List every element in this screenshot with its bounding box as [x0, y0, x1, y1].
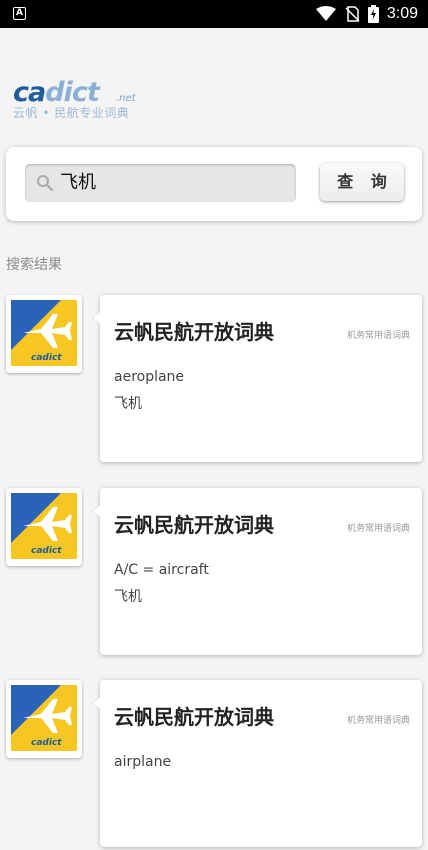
svg-text:cadict: cadict	[31, 353, 62, 363]
result-bubble: 云帆民航开放词典 机务常用语词典 A/C = aircraft 飞机	[93, 488, 422, 655]
bubble-tail	[93, 696, 101, 710]
result-meaning: 飞机	[114, 589, 142, 605]
search-input[interactable]	[60, 164, 280, 202]
bubble-tail	[93, 311, 101, 325]
result-card[interactable]: cadict 云帆民航开放词典 机务常用语词典 aeroplane 飞机	[0, 295, 428, 465]
result-title: 云帆民航开放词典	[114, 320, 274, 344]
result-term: airplane	[114, 754, 172, 770]
result-bubble: 云帆民航开放词典 机务常用语词典 aeroplane 飞机	[93, 295, 422, 462]
result-tag: 机务常用语词典	[346, 524, 410, 534]
search-button[interactable]: 查 询	[320, 163, 404, 201]
airplane-logo-icon: cadict	[11, 300, 77, 366]
search-card: 查 询	[6, 147, 422, 221]
result-avatar: cadict	[6, 488, 82, 566]
bubble-tail	[93, 504, 101, 518]
wifi-icon	[315, 6, 336, 21]
status-time: 3:09	[386, 5, 418, 22]
logo-tagline: 云帆 • 民航专业词典	[13, 106, 130, 120]
result-avatar: cadict	[6, 680, 82, 758]
svg-text:cadict: cadict	[31, 546, 62, 556]
result-term: aeroplane	[114, 369, 185, 385]
results-section-label: 搜索结果	[6, 257, 62, 273]
result-title: 云帆民航开放词典	[114, 705, 274, 729]
result-bubble: 云帆民航开放词典 机务常用语词典 airplane	[93, 680, 422, 847]
status-bar: A 3:09	[0, 0, 428, 28]
search-box[interactable]	[25, 164, 296, 202]
no-sim-icon	[345, 6, 360, 22]
svg-text:cadict: cadict	[31, 738, 62, 748]
airplane-logo-icon: cadict	[11, 685, 77, 751]
result-meaning: 飞机	[114, 396, 142, 412]
logo-domain: .net	[116, 93, 136, 104]
result-card[interactable]: cadict 云帆民航开放词典 机务常用语词典 airplane	[0, 680, 428, 850]
cadict-logo: cadict .net 云帆 • 民航专业词典	[13, 77, 148, 123]
result-tag: 机务常用语词典	[346, 716, 410, 726]
result-term: A/C = aircraft	[114, 562, 209, 578]
airplane-logo-icon: cadict	[11, 493, 77, 559]
battery-charging-icon	[367, 5, 379, 23]
search-icon	[37, 175, 54, 192]
result-tag: 机务常用语词典	[346, 331, 410, 341]
notification-a-icon: A	[13, 7, 26, 20]
result-card[interactable]: cadict 云帆民航开放词典 机务常用语词典 A/C = aircraft 飞…	[0, 488, 428, 658]
result-avatar: cadict	[6, 295, 82, 373]
result-title: 云帆民航开放词典	[114, 513, 274, 537]
